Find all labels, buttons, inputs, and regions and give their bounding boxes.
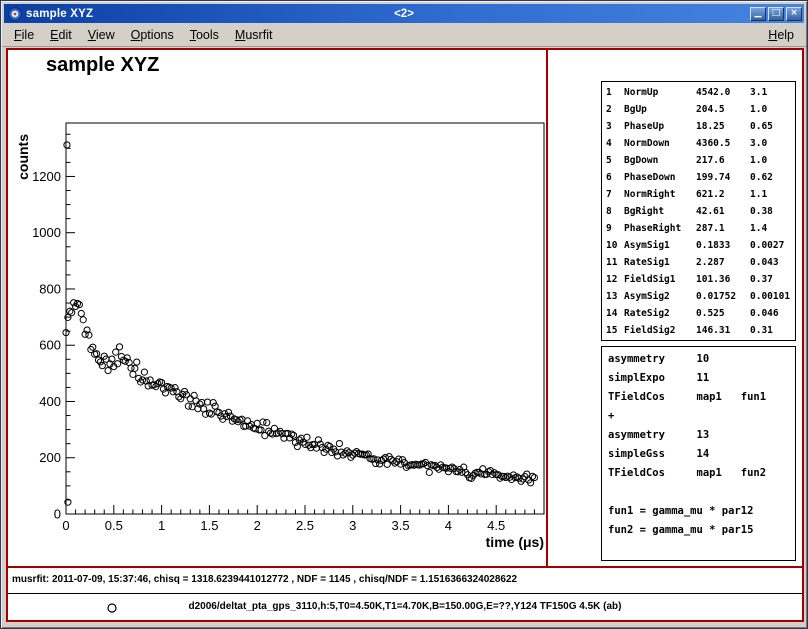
x-tick-label: 4.5 xyxy=(487,518,505,533)
y-tick-label: 0 xyxy=(54,507,61,522)
menu-musrfit[interactable]: Musrfit xyxy=(227,25,281,45)
fit-status-line: musrfit: 2011-07-09, 15:37:46, chisq = 1… xyxy=(12,574,517,585)
app-window: sample XYZ <2> ▁□× FileEditViewOptionsTo… xyxy=(0,0,808,629)
data-point xyxy=(116,344,122,350)
close-button[interactable]: × xyxy=(786,7,802,21)
data-point xyxy=(162,390,168,396)
menu-tools[interactable]: Tools xyxy=(182,25,227,45)
fit-parameter-row: 2BgUp204.51.0 xyxy=(606,101,795,118)
fit-parameters-box[interactable]: 1NormUp4542.03.12BgUp204.51.03PhaseUp18.… xyxy=(601,81,796,341)
theory-function-box[interactable]: asymmetry 10simplExpo 11TFieldCos map1 f… xyxy=(601,346,796,561)
window-controls: ▁□× xyxy=(750,7,802,21)
y-tick-label: 600 xyxy=(39,338,61,353)
x-tick-label: 3 xyxy=(349,518,356,533)
theory-line: fun1 = gamma_mu * par12 xyxy=(608,505,795,524)
theory-line: fun2 = gamma_mu * par15 xyxy=(608,524,795,543)
fit-parameter-row: 11RateSig12.2870.043 xyxy=(606,254,795,271)
data-point xyxy=(531,474,537,480)
x-axis-title: time (μs) xyxy=(486,534,544,550)
theory-line: simpleGss 14 xyxy=(608,448,795,467)
plot-pad[interactable]: 0 200 400 600 800 1000 1200 0 0.5 1 1.5 2 2.5 3 3.5 4 4.… xyxy=(8,50,548,566)
theory-line: + xyxy=(608,410,795,429)
x-tick-label: 1 xyxy=(158,518,165,533)
main-pad: 0 200 400 600 800 1000 1200 0 0.5 1 1.5 2 2.5 3 3.5 4 4.… xyxy=(8,50,802,568)
y-tick-label: 1000 xyxy=(32,225,61,240)
root-canvas[interactable]: sample XYZ 0 200 400 600 800 1000 1200 0 0.5 1 1.5… xyxy=(6,48,804,622)
data-point xyxy=(264,420,270,426)
fit-parameter-row: 1NormUp4542.03.1 xyxy=(606,84,795,101)
y-tick-label: 1200 xyxy=(32,169,61,184)
legend-text: d2006/deltat_pta_gps_3110,h:5,T0=4.50K,T… xyxy=(189,601,622,612)
data-point xyxy=(134,359,140,365)
theory-line: asymmetry 10 xyxy=(608,353,795,372)
fit-parameter-row: 14RateSig20.5250.046 xyxy=(606,305,795,322)
workspace-label: <2> xyxy=(4,8,804,20)
menu-options[interactable]: Options xyxy=(123,25,182,45)
theory-line xyxy=(608,486,795,505)
decay-histogram-plot[interactable]: 0 200 400 600 800 1000 1200 0 0.5 1 1.5 2 2.5 3 3.5 4 4.… xyxy=(8,50,546,566)
menu-edit[interactable]: Edit xyxy=(42,25,80,45)
titlebar[interactable]: sample XYZ <2> ▁□× xyxy=(4,4,804,23)
y-tick-label: 200 xyxy=(39,450,61,465)
fit-parameter-row: 3PhaseUp18.250.65 xyxy=(606,118,795,135)
theory-line: TFieldCos map1 fun2 xyxy=(608,467,795,486)
fit-parameter-row: 9PhaseRight287.11.4 xyxy=(606,220,795,237)
legend: d2006/deltat_pta_gps_3110,h:5,T0=4.50K,T… xyxy=(8,593,802,620)
fit-parameter-row: 4NormDown4360.53.0 xyxy=(606,135,795,152)
theory-line: TFieldCos map1 fun1 xyxy=(608,391,795,410)
menu-left: FileEditViewOptionsToolsMusrfit xyxy=(6,25,280,45)
data-point xyxy=(254,420,260,426)
plot-frame xyxy=(66,123,544,514)
x-tick-label: 2 xyxy=(254,518,261,533)
data-point xyxy=(64,142,70,148)
data-point xyxy=(130,371,136,377)
open-circle-marker-icon xyxy=(106,602,118,614)
y-tick-label: 400 xyxy=(39,394,61,409)
window-title: sample XYZ xyxy=(26,8,93,20)
y-axis-title: counts xyxy=(15,134,31,180)
fit-parameter-row: 13AsymSig20.017520.00101 xyxy=(606,288,795,305)
data-point xyxy=(132,365,138,371)
x-tick-label: 0 xyxy=(62,518,69,533)
fit-parameter-row: 10AsymSig10.18330.0027 xyxy=(606,237,795,254)
x-tick-label: 3.5 xyxy=(392,518,410,533)
data-point xyxy=(80,317,86,323)
menu-help[interactable]: Help xyxy=(760,25,802,45)
data-point xyxy=(426,469,432,475)
data-point xyxy=(136,375,142,381)
app-icon xyxy=(8,7,22,21)
theory-line: simplExpo 11 xyxy=(608,372,795,391)
y-tick-label: 800 xyxy=(39,281,61,296)
data-point xyxy=(336,440,342,446)
menu-file[interactable]: File xyxy=(6,25,42,45)
data-point xyxy=(99,363,105,369)
data-point xyxy=(78,310,84,316)
data-point xyxy=(105,367,111,373)
menu-right: Help xyxy=(760,25,802,45)
data-point xyxy=(141,369,147,375)
maximize-button[interactable]: □ xyxy=(768,7,784,21)
minimize-button[interactable]: ▁ xyxy=(750,7,766,21)
menu-view[interactable]: View xyxy=(80,25,123,45)
x-tick-label: 1.5 xyxy=(200,518,218,533)
data-point xyxy=(304,434,310,440)
plot-title: sample XYZ xyxy=(46,54,159,77)
menubar: FileEditViewOptionsToolsMusrfit Help xyxy=(2,23,806,47)
fit-parameter-row: 8BgRight42.610.38 xyxy=(606,203,795,220)
fit-parameter-row: 12FieldSig1101.360.37 xyxy=(606,271,795,288)
fit-parameter-row: 5BgDown217.61.0 xyxy=(606,152,795,169)
fit-parameter-row: 7NormRight621.21.1 xyxy=(606,186,795,203)
x-tick-label: 4 xyxy=(445,518,452,533)
data-point xyxy=(76,301,82,307)
fit-parameter-row: 6PhaseDown199.740.62 xyxy=(606,169,795,186)
x-tick-label: 0.5 xyxy=(105,518,123,533)
theory-line: asymmetry 13 xyxy=(608,429,795,448)
fit-parameter-row: 15FieldSig2146.310.31 xyxy=(606,322,795,339)
data-point xyxy=(69,310,75,316)
x-tick-label: 2.5 xyxy=(296,518,314,533)
